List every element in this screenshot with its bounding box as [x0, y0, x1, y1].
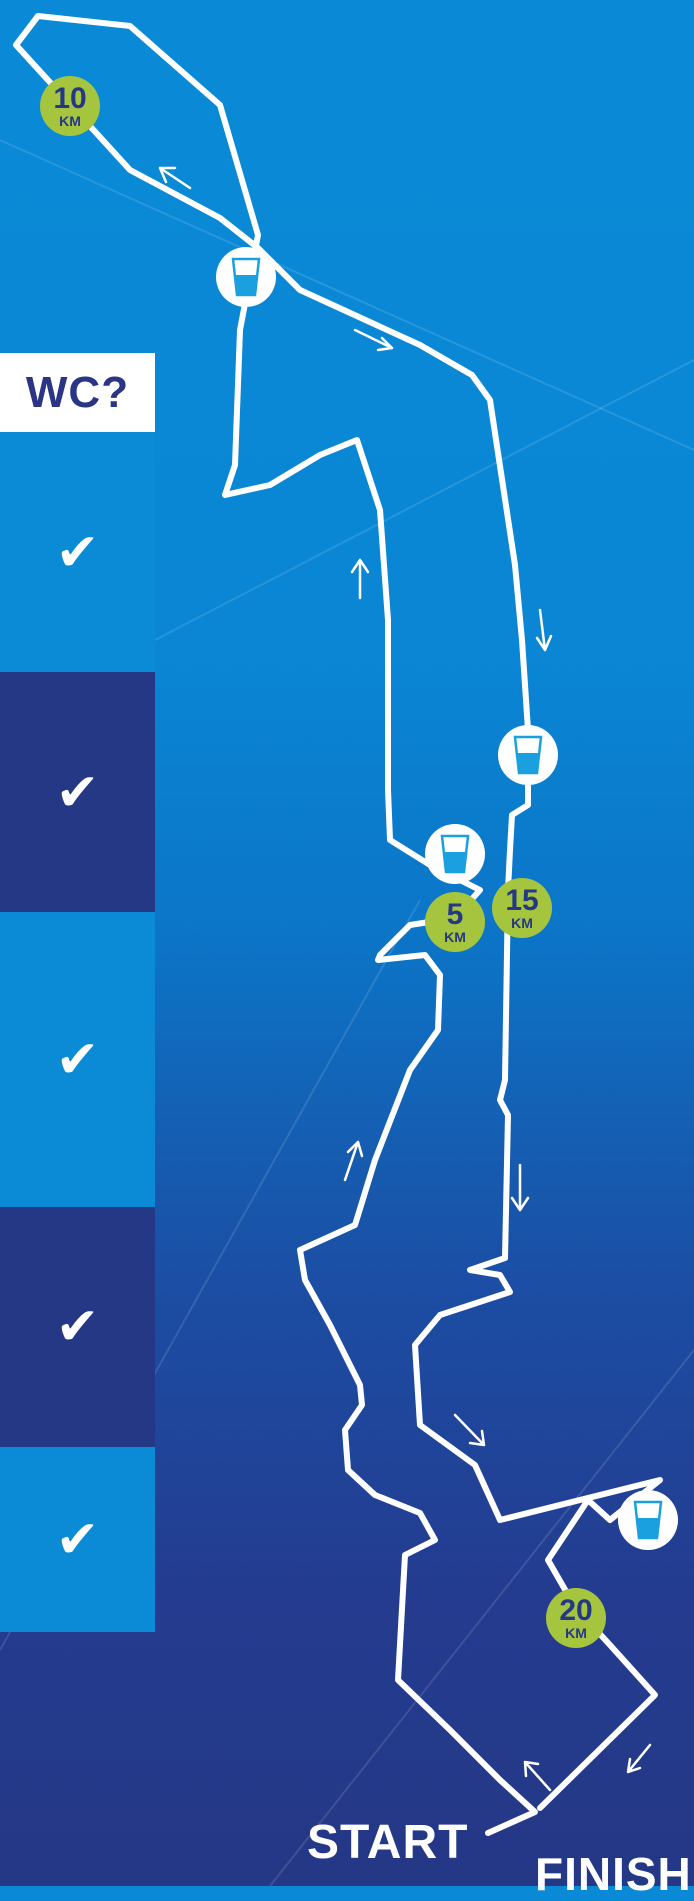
km-marker-15-number: 15 [505, 884, 538, 917]
km-marker-20: 20 KM [546, 1588, 606, 1648]
km-marker-20-unit: KM [565, 1625, 587, 1641]
km-marker-15-unit: KM [511, 915, 533, 931]
wc-check-row-3: ✔ [55, 1030, 100, 1090]
finish-label: FINISH [535, 1848, 692, 1900]
km-marker-10: 10 KM [40, 76, 100, 136]
km-marker-15: 15 KM [492, 878, 552, 938]
km-marker-20-number: 20 [559, 1594, 592, 1627]
wc-check-row-1: ✔ [55, 523, 100, 583]
km-marker-10-unit: KM [59, 113, 81, 129]
wc-header: WC? [0, 353, 155, 432]
km-marker-5: 5 KM [425, 892, 485, 952]
wc-check-row-5: ✔ [55, 1510, 100, 1570]
wc-check-row-4: ✔ [55, 1297, 100, 1357]
water-station [498, 725, 558, 785]
km-marker-5-number: 5 [447, 898, 464, 931]
wc-check-row-2: ✔ [55, 763, 100, 823]
direction-arrow-icon [158, 166, 652, 1792]
route-map: 10 KM 5 KM 15 KM 20 KM [0, 13, 694, 1886]
km-marker-10-number: 10 [53, 82, 86, 115]
start-label: START [307, 1816, 469, 1869]
water-station [216, 247, 276, 307]
km-marker-5-unit: KM [444, 929, 466, 945]
water-station [425, 824, 485, 884]
water-station [618, 1490, 678, 1550]
